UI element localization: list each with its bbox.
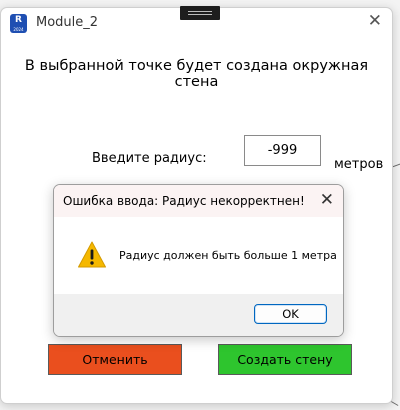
dialog-message: Радиус должен быть больше 1 метра — [119, 249, 337, 262]
dialog-footer: OK — [54, 294, 343, 336]
ok-button[interactable]: OK — [254, 304, 327, 324]
radius-label: Введите радиус: — [92, 151, 207, 166]
create-wall-button[interactable]: Создать стену — [218, 344, 352, 375]
dialog-title: Ошибка ввода: Радиус некорректнен! — [63, 194, 305, 208]
cancel-button[interactable]: Отменить — [48, 344, 182, 375]
units-label: метров — [334, 157, 384, 172]
error-dialog: Ошибка ввода: Радиус некорректнен! ✕ Рад… — [53, 184, 344, 337]
revit-app-icon: R 2024 — [10, 14, 27, 33]
drag-handle[interactable] — [180, 6, 220, 20]
radius-input[interactable] — [244, 135, 321, 166]
dialog-close-icon[interactable]: ✕ — [320, 190, 334, 210]
close-icon[interactable]: ✕ — [368, 11, 382, 31]
window-title: Module_2 — [36, 15, 99, 30]
dialog-titlebar[interactable]: Ошибка ввода: Радиус некорректнен! ✕ — [54, 185, 343, 217]
warning-icon — [78, 241, 106, 268]
instruction-text: В выбранной точке будет создана окружная… — [24, 58, 369, 90]
